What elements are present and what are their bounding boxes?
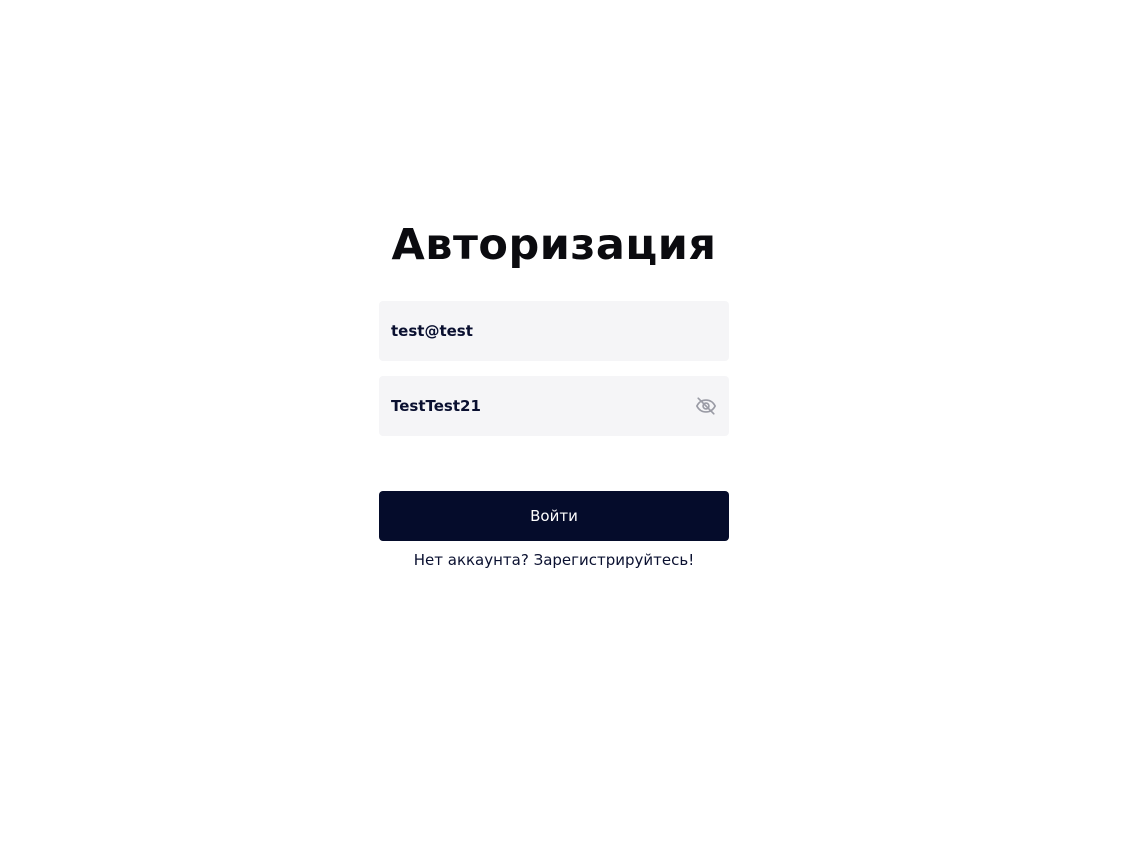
page-title: Авторизация	[391, 220, 717, 270]
email-field-container	[379, 301, 729, 361]
register-link[interactable]: Нет аккаунта? Зарегистрируйтесь!	[379, 551, 729, 569]
login-button[interactable]: Войти	[379, 491, 729, 541]
password-field-container	[379, 376, 729, 436]
login-page: Авторизация Войти Нет аккаунта? Зарегист…	[0, 0, 1129, 867]
email-field[interactable]	[379, 301, 729, 361]
auth-form: Авторизация Войти Нет аккаунта? Зарегист…	[379, 215, 729, 569]
eye-off-icon[interactable]	[694, 394, 718, 418]
password-field[interactable]	[379, 376, 729, 436]
